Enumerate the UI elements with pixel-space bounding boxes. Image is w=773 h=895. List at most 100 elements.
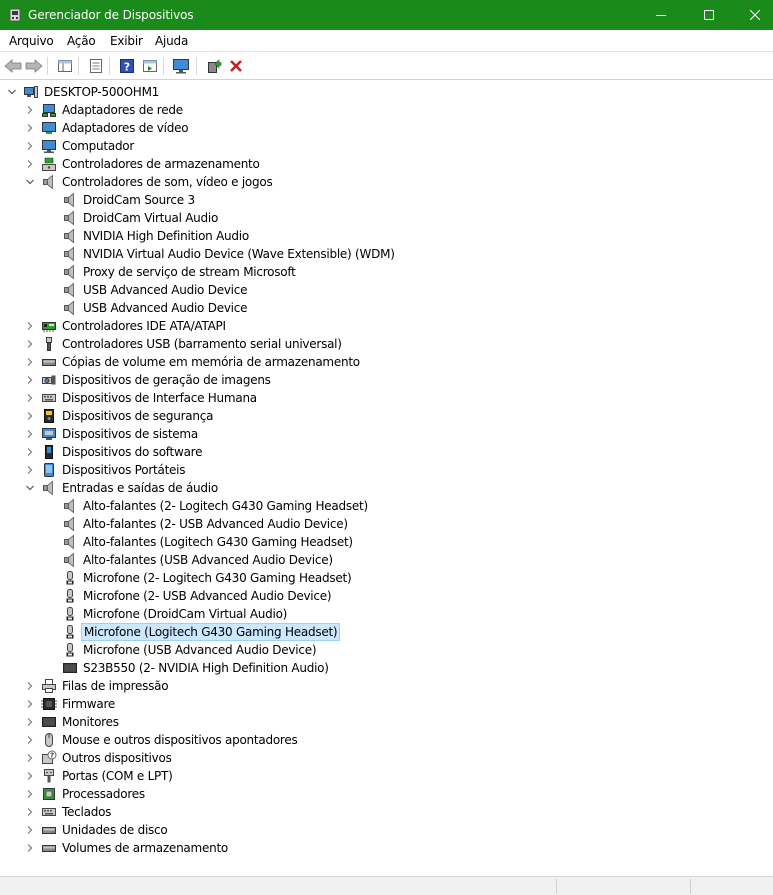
speaker-icon [62, 516, 78, 532]
expand-chevron-icon[interactable] [24, 842, 36, 854]
expand-chevron-icon[interactable] [24, 428, 36, 440]
expand-chevron-icon[interactable] [24, 680, 36, 692]
tree-device[interactable]: Microfone (DroidCam Virtual Audio) [62, 605, 289, 623]
tree-category[interactable]: Filas de impressão [24, 677, 170, 695]
tree-category[interactable]: Mouse e outros dispositivos apontadores [24, 731, 299, 749]
tree-category[interactable]: Controladores USB (barramento serial uni… [24, 335, 344, 353]
tree-category[interactable]: Controladores de armazenamento [24, 155, 262, 173]
action-pane-button[interactable] [140, 56, 160, 76]
collapse-chevron-icon[interactable] [24, 176, 36, 188]
minimize-button[interactable] [638, 0, 684, 30]
tree-category[interactable]: Dispositivos Portáteis [24, 461, 187, 479]
tree-category[interactable]: Firmware [24, 695, 117, 713]
expand-chevron-icon[interactable] [24, 770, 36, 782]
window-title: Gerenciador de Dispositivos [28, 8, 194, 22]
tree-category[interactable]: Dispositivos de Interface Humana [24, 389, 259, 407]
tree-device[interactable]: NVIDIA High Definition Audio [62, 227, 251, 245]
tree-item-label: Adaptadores de vídeo [62, 121, 189, 135]
help-button[interactable]: ? [117, 56, 137, 76]
menu-ajuda[interactable]: Ajuda [155, 33, 188, 49]
tree-device[interactable]: Alto-falantes (USB Advanced Audio Device… [62, 551, 335, 569]
monitor-icon [62, 660, 78, 676]
maximize-button[interactable] [686, 0, 732, 30]
tree-device[interactable]: Microfone (2- USB Advanced Audio Device) [62, 587, 333, 605]
expand-chevron-icon[interactable] [24, 446, 36, 458]
tree-category[interactable]: Entradas e saídas de áudio [24, 479, 220, 497]
expand-chevron-icon[interactable] [24, 698, 36, 710]
tree-device[interactable]: Alto-falantes (2- Logitech G430 Gaming H… [62, 497, 370, 515]
microphone-icon [62, 588, 78, 604]
tree-device[interactable]: Microfone (USB Advanced Audio Device) [62, 641, 318, 659]
expand-chevron-icon[interactable] [24, 104, 36, 116]
tree-category[interactable]: Dispositivos de geração de imagens [24, 371, 273, 389]
expand-chevron-icon[interactable] [24, 806, 36, 818]
tree-device[interactable]: Microfone (Logitech G430 Gaming Headset) [62, 623, 341, 641]
menu-exibir[interactable]: Exibir [110, 33, 143, 49]
tree-device[interactable]: DroidCam Virtual Audio [62, 209, 220, 227]
tree-category[interactable]: Dispositivos do software [24, 443, 204, 461]
tree-device[interactable]: Microfone (2- Logitech G430 Gaming Heads… [62, 569, 353, 587]
tree-category[interactable]: ? Outros dispositivos [24, 749, 174, 767]
expand-chevron-icon[interactable] [24, 356, 36, 368]
expand-chevron-icon[interactable] [24, 392, 36, 404]
tree-category[interactable]: Processadores [24, 785, 147, 803]
forward-button[interactable] [24, 56, 44, 76]
expand-chevron-icon[interactable] [24, 734, 36, 746]
collapse-chevron-icon[interactable] [6, 86, 18, 98]
expand-chevron-icon[interactable] [24, 320, 36, 332]
expand-chevron-icon[interactable] [24, 374, 36, 386]
tree-category[interactable]: Portas (COM e LPT) [24, 767, 175, 785]
collapse-chevron-icon[interactable] [24, 482, 36, 494]
tree-device[interactable]: Alto-falantes (2- USB Advanced Audio Dev… [62, 515, 350, 533]
tree-device[interactable]: NVIDIA Virtual Audio Device (Wave Extens… [62, 245, 397, 263]
tree-category[interactable]: Adaptadores de rede [24, 101, 185, 119]
tree-item-label: Microfone (USB Advanced Audio Device) [83, 643, 317, 657]
expand-chevron-icon[interactable] [24, 824, 36, 836]
expand-chevron-icon[interactable] [24, 140, 36, 152]
tree-category[interactable]: Teclados [24, 803, 113, 821]
expand-chevron-icon[interactable] [24, 158, 36, 170]
tree-category[interactable]: Cópias de volume em memória de armazenam… [24, 353, 362, 371]
tree-category[interactable]: Controladores IDE ATA/ATAPI [24, 317, 228, 335]
tree-item-label: Alto-falantes (USB Advanced Audio Device… [83, 553, 333, 567]
close-button[interactable] [732, 0, 773, 30]
tree-device[interactable]: Alto-falantes (Logitech G430 Gaming Head… [62, 533, 355, 551]
tree-item-label: Controladores USB (barramento serial uni… [62, 337, 342, 351]
tree-category[interactable]: Adaptadores de vídeo [24, 119, 190, 137]
tree-category[interactable]: Unidades de disco [24, 821, 169, 839]
red-x-icon [230, 60, 242, 72]
tree-category[interactable]: Dispositivos de sistema [24, 425, 200, 443]
menu-arquivo[interactable]: Arquivo [9, 33, 54, 49]
tree-item-label: DroidCam Virtual Audio [83, 211, 219, 225]
tree-root[interactable]: DESKTOP-500OHM1 [6, 83, 161, 101]
properties-button[interactable] [86, 56, 106, 76]
scan-hardware-button[interactable] [171, 56, 191, 76]
expand-chevron-icon[interactable] [24, 752, 36, 764]
tree-device[interactable]: USB Advanced Audio Device [62, 299, 249, 317]
uninstall-device-button[interactable] [226, 56, 246, 76]
update-driver-button[interactable] [204, 56, 224, 76]
tree-device[interactable]: Proxy de serviço de stream Microsoft [62, 263, 298, 281]
back-button[interactable] [3, 56, 23, 76]
tree-item-label: NVIDIA Virtual Audio Device (Wave Extens… [83, 247, 395, 261]
tree-root-label: DESKTOP-500OHM1 [44, 85, 160, 99]
tree-category[interactable]: Volumes de armazenamento [24, 839, 230, 857]
expand-chevron-icon[interactable] [24, 338, 36, 350]
tree-item-label: Microfone (2- Logitech G430 Gaming Heads… [83, 571, 352, 585]
unknown-device-icon: ? [41, 750, 57, 766]
expand-chevron-icon[interactable] [24, 716, 36, 728]
tree-category[interactable]: Controladores de som, vídeo e jogos [24, 173, 274, 191]
tree-device[interactable]: S23B550 (2- NVIDIA High Definition Audio… [62, 659, 331, 677]
menu-acao[interactable]: Ação [67, 33, 96, 49]
tree-device[interactable]: USB Advanced Audio Device [62, 281, 249, 299]
expand-chevron-icon[interactable] [24, 410, 36, 422]
tree-category[interactable]: Dispositivos de segurança [24, 407, 215, 425]
tree-device[interactable]: DroidCam Source 3 [62, 191, 197, 209]
expand-chevron-icon[interactable] [24, 122, 36, 134]
expand-chevron-icon[interactable] [24, 788, 36, 800]
tree-category[interactable]: Computador [24, 137, 136, 155]
tree-category[interactable]: Monitores [24, 713, 121, 731]
expand-chevron-icon[interactable] [24, 464, 36, 476]
console-tree-button[interactable] [55, 56, 75, 76]
tree-item-label: Volumes de armazenamento [62, 841, 228, 855]
